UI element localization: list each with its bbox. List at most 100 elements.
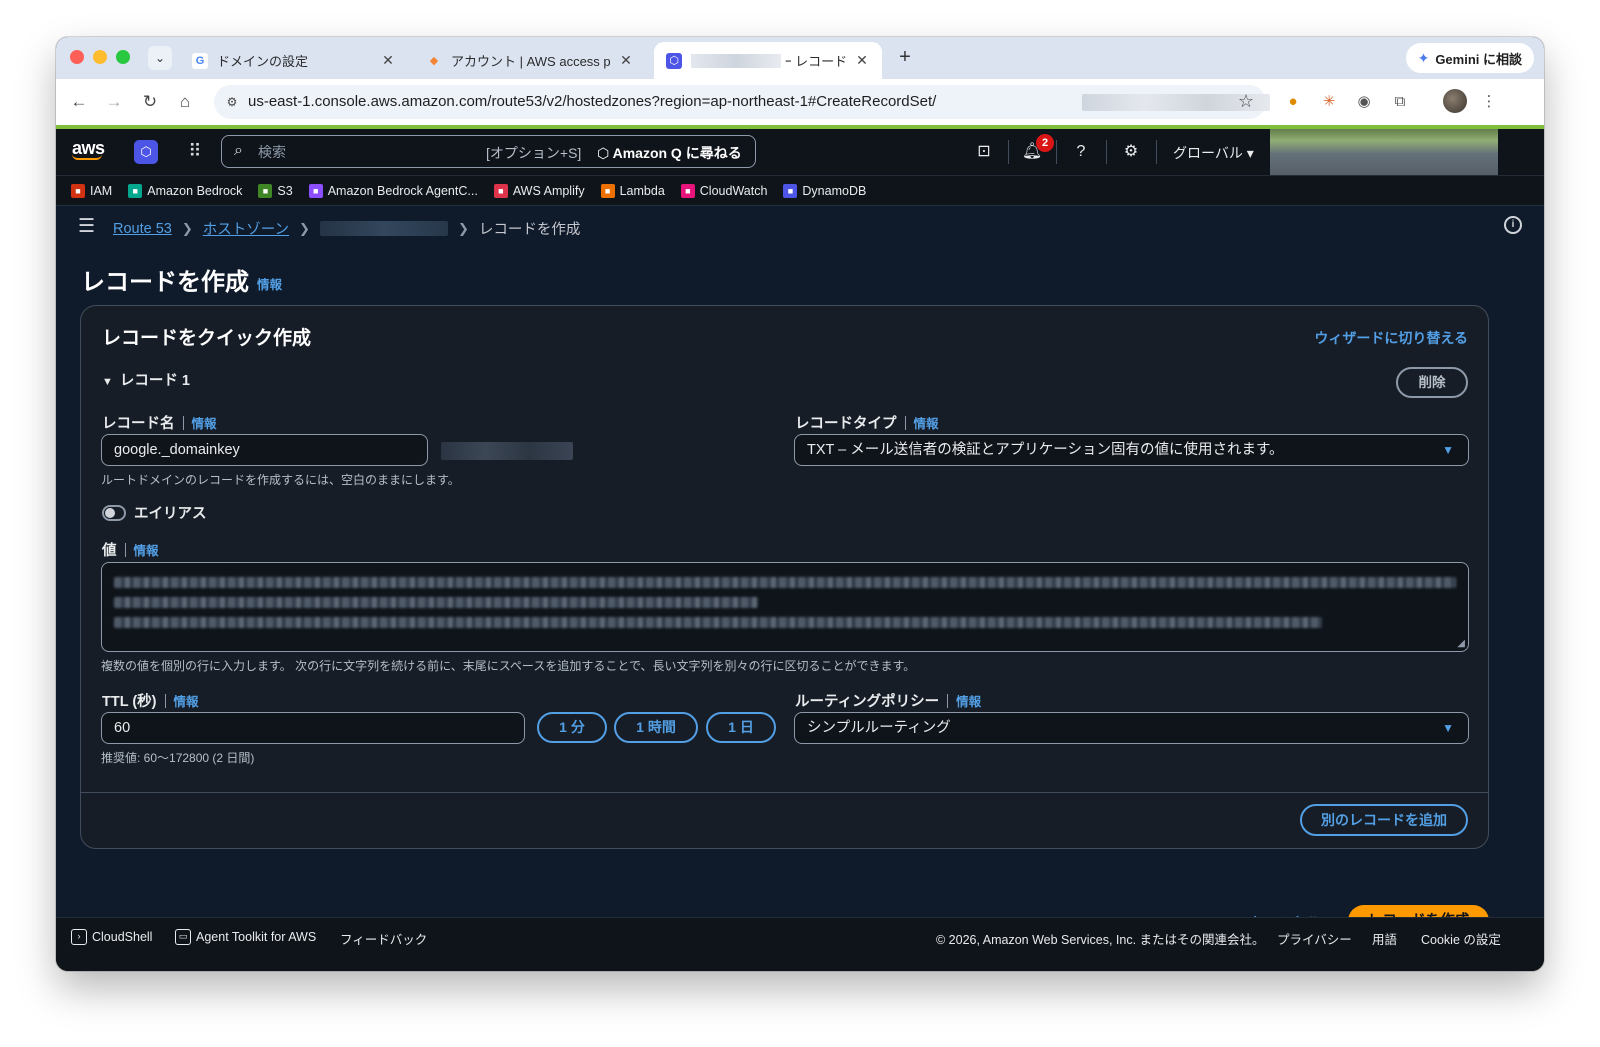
favorite-s3[interactable]: ■ S3 [258,183,293,198]
tab-domain-settings[interactable]: G ドメインの設定 ✕ [180,42,408,79]
route53-service-icon[interactable]: ⬡ [134,140,158,164]
google-favicon-icon: G [192,52,208,69]
label-divider [164,694,166,708]
favorite-label: IAM [90,183,113,198]
page-title: レコードを作成 情報 [81,262,282,297]
favorite-amazon-bedrock[interactable]: ■ Amazon Bedrock [128,183,243,198]
claude-extension-icon[interactable]: ✳ [1318,91,1340,113]
search-shortcut-hint: [オプション+S] [486,145,582,161]
record-header-text: レコード 1 [119,373,190,389]
favorite-label: S3 [277,183,293,198]
ttl-input[interactable]: 60 [101,712,525,744]
console-search[interactable]: ⌕ [オプション+S] ⬡ Amazon Q に尋ねる [221,135,756,168]
amazon-q-icon: ⬡ [597,145,613,161]
footer-feedback-link[interactable]: フィードバック [340,929,427,948]
close-tab-icon[interactable]: ✕ [380,52,396,69]
resize-handle-icon[interactable]: ◢ [1457,638,1465,649]
extension-icon[interactable]: ● [1282,91,1304,113]
nav-divider [1056,140,1057,164]
ttl-1-minute-button[interactable]: 1 分 [537,712,607,743]
cloudshell-icon[interactable]: ⊡ [973,141,995,163]
breadcrumb-redacted-zone[interactable] [319,221,448,236]
maximize-window-button[interactable] [116,50,130,64]
footer-agent-toolkit-link[interactable]: ▭ Agent Toolkit for AWS [175,929,316,945]
ttl-info-link[interactable]: 情報 [174,695,199,709]
footer-cookie-link[interactable]: Cookie の設定 [1421,929,1501,948]
add-another-record-button[interactable]: 別のレコードを追加 [1300,804,1468,836]
toggle-switch-icon[interactable] [102,504,126,521]
value-label: 値 情報 [102,539,159,560]
close-tab-icon[interactable]: ✕ [854,52,870,69]
record-name-input[interactable]: google._domainkey [101,434,428,466]
nav-divider [1156,140,1157,164]
favorite-aws-amplify[interactable]: ■ AWS Amplify [493,183,585,198]
forward-arrow-icon[interactable]: → [103,91,125,113]
alias-toggle[interactable]: エイリアス [102,502,207,523]
redacted-domain-suffix [441,442,573,460]
redacted-value-line [114,617,1322,628]
main-content: レコードを作成 情報 レコードをクイック作成 ウィザードに切り替える ▼ レコード … [56,245,1544,937]
record-type-info-link[interactable]: 情報 [914,417,939,431]
ttl-1-day-button[interactable]: 1 日 [706,712,776,743]
footer-cloudshell-link[interactable]: › CloudShell [71,929,152,945]
search-input[interactable] [258,140,478,164]
camera-extension-icon[interactable]: ◉ [1353,91,1375,113]
switch-to-wizard-link[interactable]: ウィザードに切り替える [1314,328,1468,348]
redacted-value-line [114,597,759,608]
routing-policy-select[interactable]: シンプルルーティング ▼ [794,712,1469,744]
footer-privacy-link[interactable]: プライバシー [1277,929,1352,948]
reload-icon[interactable]: ↻ [139,91,161,113]
service-icon: ■ [258,183,273,198]
site-settings-icon[interactable]: ⚙ [222,92,242,112]
favorite-dynamodb[interactable]: ■ DynamoDB [783,183,866,198]
value-info-link[interactable]: 情報 [134,544,159,558]
aws-top-nav: aws ⬡ ⠿ ⌕ [オプション+S] ⬡ Amazon Q に尋ねる ⊡ 🔔︎… [56,129,1544,175]
ttl-1-hour-button[interactable]: 1 時間 [614,712,698,743]
bookmark-star-icon[interactable]: ☆ [1238,91,1254,112]
breadcrumb-hosted-zones[interactable]: ホストゾーン [203,218,289,239]
delete-button[interactable]: 削除 [1396,367,1468,398]
ask-amazon-q-button[interactable]: ⬡ Amazon Q に尋ねる [597,143,742,163]
new-tab-button[interactable]: + [893,46,917,69]
redacted-account-menu[interactable] [1270,129,1498,175]
favorite-lambda[interactable]: ■ Lambda [600,183,665,198]
home-icon[interactable]: ⌂ [174,91,196,113]
tab-aws-access-portal[interactable]: ◆ アカウント | AWS access porta ✕ [414,42,646,79]
record-type-value: TXT – メール送信者の検証とアプリケーション固有の値に使用されます。 [807,442,1284,458]
record-type-select[interactable]: TXT – メール送信者の検証とアプリケーション固有の値に使用されます。 ▼ [794,434,1469,466]
close-window-button[interactable] [70,50,84,64]
favorite-iam[interactable]: ■ IAM [71,183,113,198]
record-type-label: レコードタイプ 情報 [795,412,939,433]
info-panel-icon[interactable]: i [1504,216,1522,234]
tab-search-icon[interactable]: ⌄ [148,46,172,70]
minimize-window-button[interactable] [93,50,107,64]
record-1-expander[interactable]: ▼ レコード 1 [102,369,190,390]
region-selector[interactable]: グローバル ▾ [1173,143,1254,163]
footer-agent-toolkit-label: Agent Toolkit for AWS [196,930,317,944]
gemini-button[interactable]: ✦ Gemini に相談 [1405,43,1534,73]
tab-create-record[interactable]: ⬡ ｰ レコード ✕ [654,42,882,79]
routing-policy-info-link[interactable]: 情報 [956,695,981,709]
favorite-cloudwatch[interactable]: ■ CloudWatch [680,183,767,198]
settings-gear-icon[interactable]: ⚙ [1120,141,1142,163]
value-textarea[interactable]: ◢ [101,562,1469,652]
side-nav-menu-icon[interactable]: ☰ [78,215,95,238]
aws-logo[interactable]: aws [72,138,105,160]
favorite-amazon-bedrock-agentc[interactable]: ■ Amazon Bedrock AgentC... [308,183,478,198]
route53-favicon-icon: ⬡ [666,52,682,69]
record-name-info-link[interactable]: 情報 [192,417,217,431]
services-grid-icon[interactable]: ⠿ [184,140,206,162]
footer-terms-link[interactable]: 用語 [1372,929,1397,948]
page-info-link[interactable]: 情報 [257,278,282,292]
search-icon: ⌕ [234,142,243,159]
address-bar[interactable]: ⚙ us-east-1.console.aws.amazon.com/route… [214,85,1270,119]
favorite-label: Amazon Bedrock [147,183,243,198]
back-arrow-icon[interactable]: ← [68,91,90,113]
close-tab-icon[interactable]: ✕ [618,52,634,69]
help-icon[interactable]: ? [1070,141,1092,163]
record-name-label: レコード名 情報 [102,412,217,433]
profile-avatar[interactable] [1443,89,1467,113]
browser-menu-icon[interactable]: ⋮ [1478,91,1500,113]
breadcrumb-route53[interactable]: Route 53 [113,221,172,237]
extensions-puzzle-icon[interactable]: ⧉ [1389,91,1411,113]
